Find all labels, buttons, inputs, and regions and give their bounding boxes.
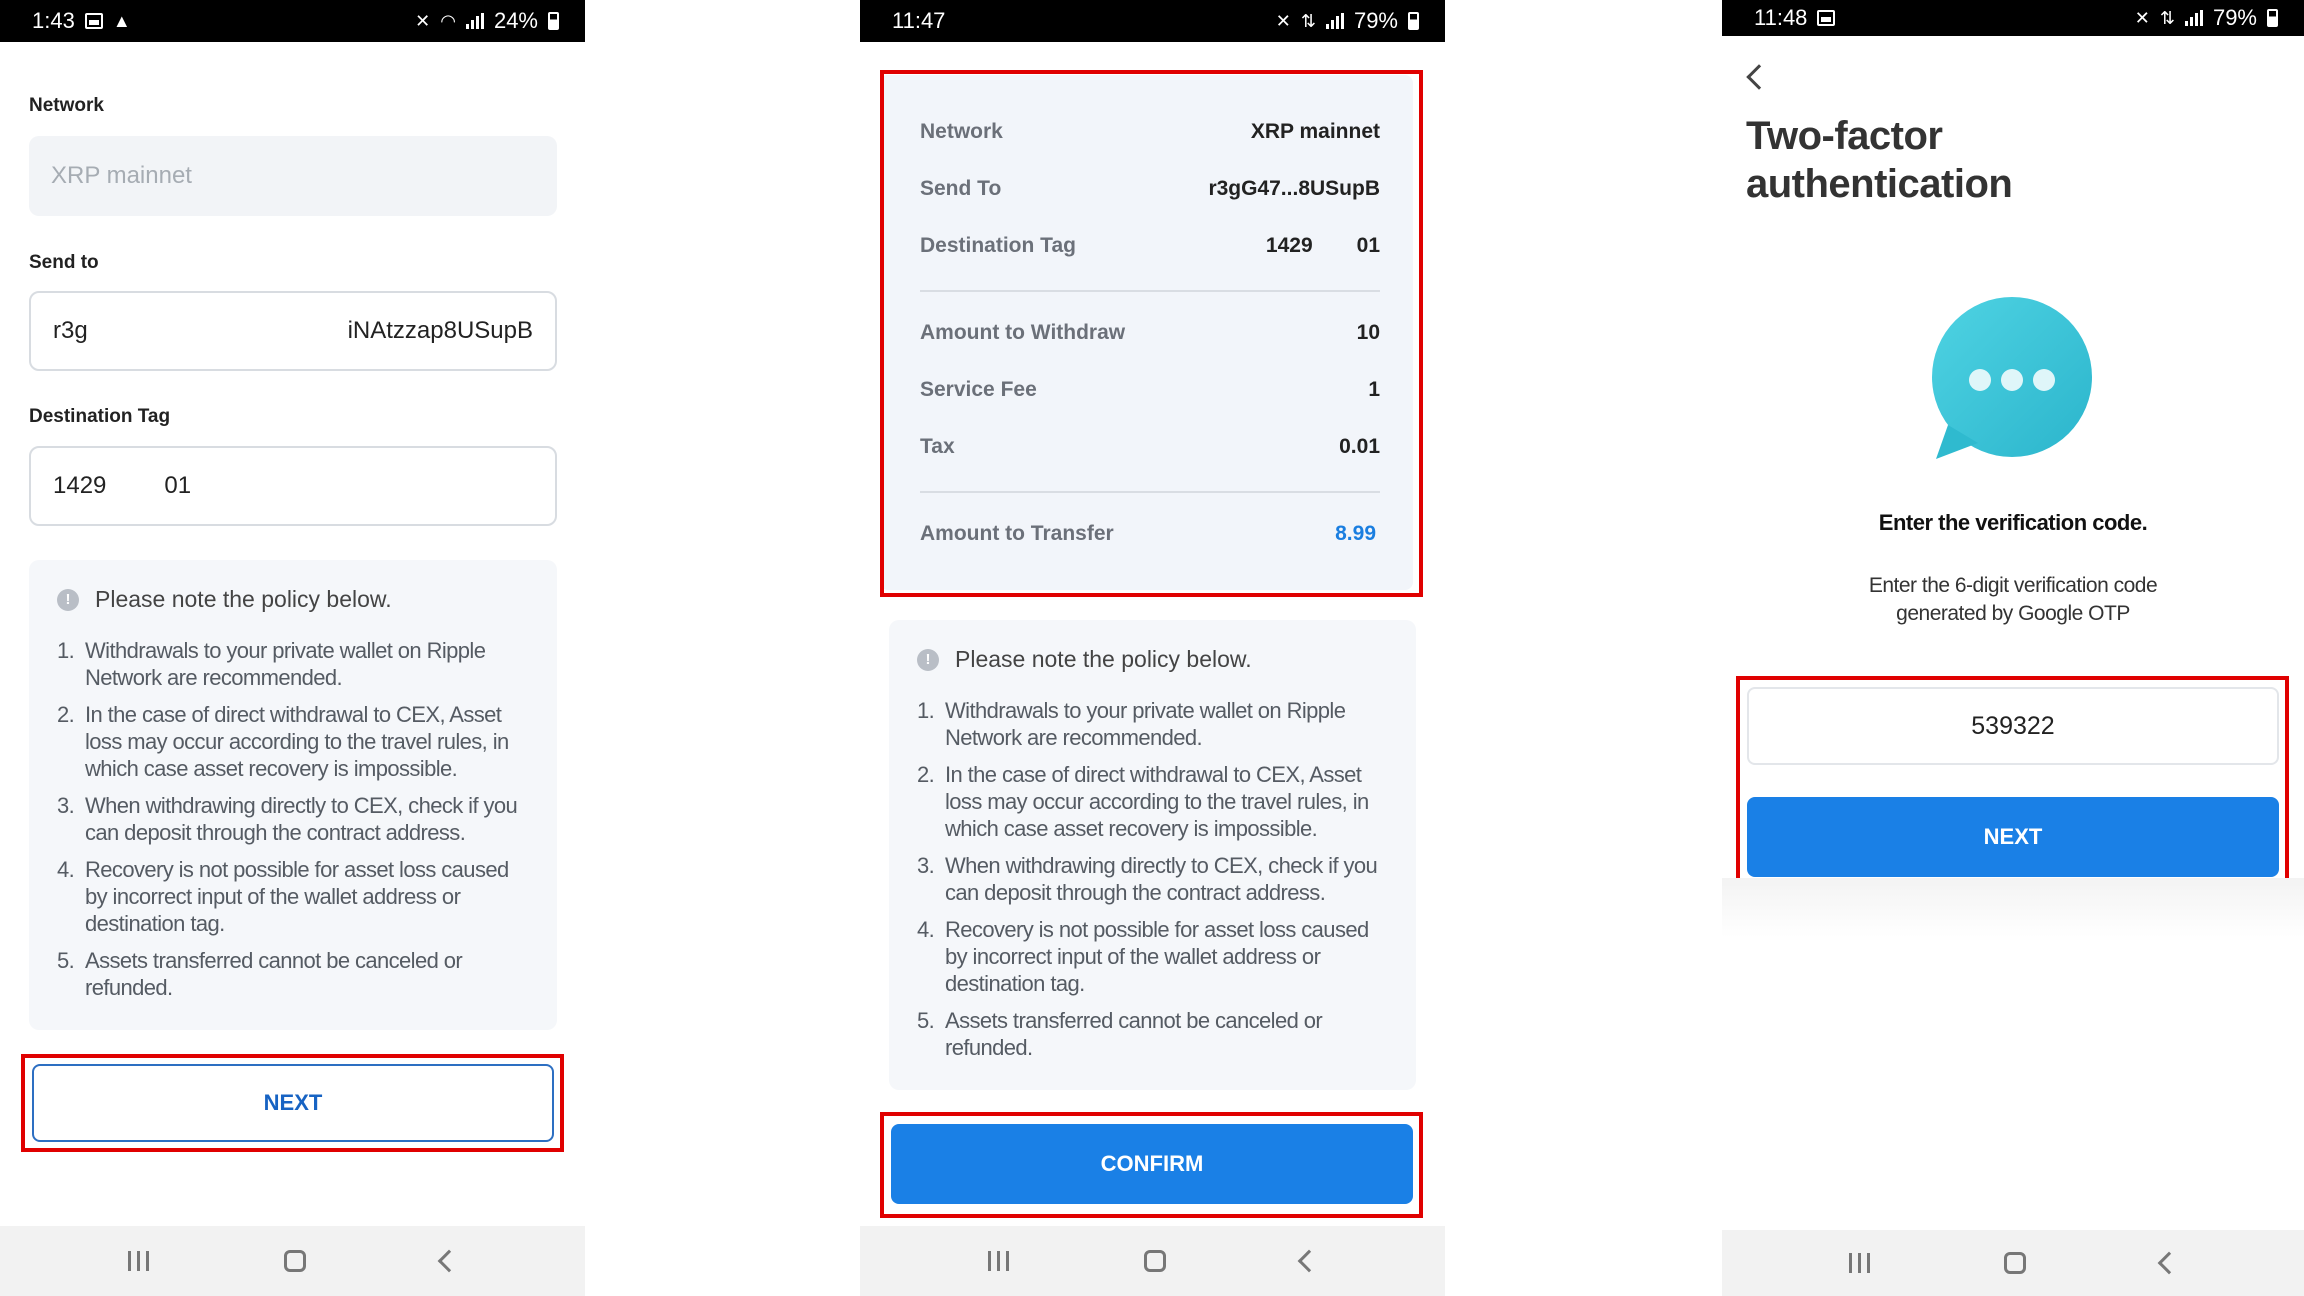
destination-tag-label: Destination Tag bbox=[29, 406, 171, 427]
policy-item: 5. Assets transferred cannot be canceled … bbox=[57, 948, 463, 1000]
send-to-label: Send to bbox=[29, 252, 99, 273]
battery-icon bbox=[1408, 12, 1419, 30]
highlight-box bbox=[1736, 676, 2289, 885]
clock: 11:48 bbox=[1754, 5, 1808, 30]
shadow bbox=[1722, 878, 2304, 938]
next-button[interactable]: NEXT bbox=[32, 1064, 554, 1142]
battery-level: 79% bbox=[2212, 5, 2257, 30]
screen-withdraw-form: 1:43 ▲ ✕ ◠ 24% Network XRP mainnet Send … bbox=[0, 0, 585, 1296]
network-value: XRP mainnet bbox=[51, 162, 192, 189]
policy-item: 5. Assets transferred cannot be canceled … bbox=[917, 1008, 1323, 1060]
signal-icon bbox=[465, 13, 484, 29]
destination-tag-part-b: 01 bbox=[164, 472, 192, 499]
recents-icon[interactable] bbox=[1849, 1253, 1871, 1273]
network-label: Network bbox=[29, 95, 104, 116]
home-icon[interactable] bbox=[1143, 1250, 1166, 1272]
policy-heading: Please note the policy below. bbox=[95, 586, 392, 612]
clock: 11:47 bbox=[892, 8, 946, 33]
network-field: XRP mainnet bbox=[29, 136, 557, 216]
policy-item: 1. Withdrawals to your private wallet on … bbox=[57, 638, 486, 690]
back-icon[interactable] bbox=[2157, 1251, 2181, 1275]
send-to-value-start: r3g bbox=[53, 317, 88, 344]
home-icon[interactable] bbox=[2004, 1252, 2027, 1274]
policy-item: 2. In the case of direct withdrawal to CE… bbox=[57, 702, 509, 781]
destination-tag-part-a: 1429 bbox=[53, 472, 107, 499]
wifi-icon: ◠ bbox=[440, 11, 456, 31]
android-nav-bar bbox=[0, 1226, 585, 1296]
battery-level: 79% bbox=[1353, 8, 1398, 33]
gallery-icon bbox=[84, 13, 103, 29]
signal-icon bbox=[2184, 10, 2203, 26]
android-nav-bar bbox=[1722, 1230, 2304, 1296]
send-to-value-end: iNAtzzap8USupB bbox=[347, 317, 533, 344]
battery-icon bbox=[548, 12, 559, 30]
back-icon[interactable] bbox=[1297, 1249, 1321, 1273]
back-arrow-icon[interactable] bbox=[1746, 64, 1772, 90]
send-to-input[interactable]: r3g iNAtzzap8USupB bbox=[29, 291, 557, 371]
home-icon[interactable] bbox=[283, 1250, 306, 1272]
policy-heading: Please note the policy below. bbox=[955, 646, 1252, 672]
signal-icon bbox=[1325, 13, 1344, 29]
battery-icon bbox=[2267, 9, 2278, 27]
back-icon[interactable] bbox=[437, 1249, 461, 1273]
page-title: Two-factor authentication bbox=[1746, 114, 2013, 206]
verification-prompt: Enter the verification code. bbox=[1878, 510, 2148, 535]
mute-icon: ✕ bbox=[415, 11, 431, 31]
battery-level: 24% bbox=[493, 8, 538, 33]
clock: 1:43 bbox=[32, 8, 75, 33]
policy-box: ! Please note the policy below. 1. Withdr… bbox=[29, 560, 557, 1030]
policy-item: 1. Withdrawals to your private wallet on … bbox=[917, 698, 1346, 750]
recents-icon[interactable] bbox=[987, 1251, 1009, 1271]
mute-icon: ✕ bbox=[2134, 8, 2150, 28]
policy-item: 4. Recovery is not possible for asset los… bbox=[917, 917, 1369, 996]
info-icon: ! bbox=[917, 648, 939, 671]
verification-description: Enter the 6-digit verification code gene… bbox=[1868, 574, 2158, 625]
status-bar: 1:43 ▲ ✕ ◠ 24% bbox=[0, 0, 585, 42]
lte-icon: ⇅ bbox=[1300, 11, 1316, 31]
mute-icon: ✕ bbox=[1275, 11, 1291, 31]
policy-box: ! Please note the policy below. 1. Withdr… bbox=[889, 620, 1416, 1090]
highlight-box bbox=[880, 70, 1423, 597]
destination-tag-input[interactable]: 1429 01 bbox=[29, 446, 557, 526]
policy-item: 4. Recovery is not possible for asset los… bbox=[57, 857, 509, 936]
policy-item: 3. When withdrawing directly to CEX, chec… bbox=[917, 853, 1378, 905]
recents-icon[interactable] bbox=[127, 1251, 149, 1271]
policy-item: 3. When withdrawing directly to CEX, chec… bbox=[57, 793, 518, 845]
screen-withdraw-confirm: 11:47 ✕ ⇅ 79% Network XRP mainnet Send To… bbox=[860, 0, 1445, 1296]
lte-icon: ⇅ bbox=[2159, 8, 2175, 28]
status-bar: 11:48 ✕ ⇅ 79% bbox=[1722, 0, 2304, 36]
policy-item: 2. In the case of direct withdrawal to CE… bbox=[917, 762, 1369, 841]
android-nav-bar bbox=[860, 1226, 1445, 1296]
confirm-button[interactable]: CONFIRM bbox=[891, 1124, 1413, 1204]
status-bar: 11:47 ✕ ⇅ 79% bbox=[860, 0, 1445, 42]
gallery-icon bbox=[1817, 10, 1836, 26]
warning-icon: ▲ bbox=[112, 11, 131, 31]
info-icon: ! bbox=[57, 588, 79, 611]
screen-two-factor: 11:48 ✕ ⇅ 79% Two-factor authentication … bbox=[1722, 0, 2304, 1296]
chat-bubble-icon bbox=[1932, 297, 2092, 459]
